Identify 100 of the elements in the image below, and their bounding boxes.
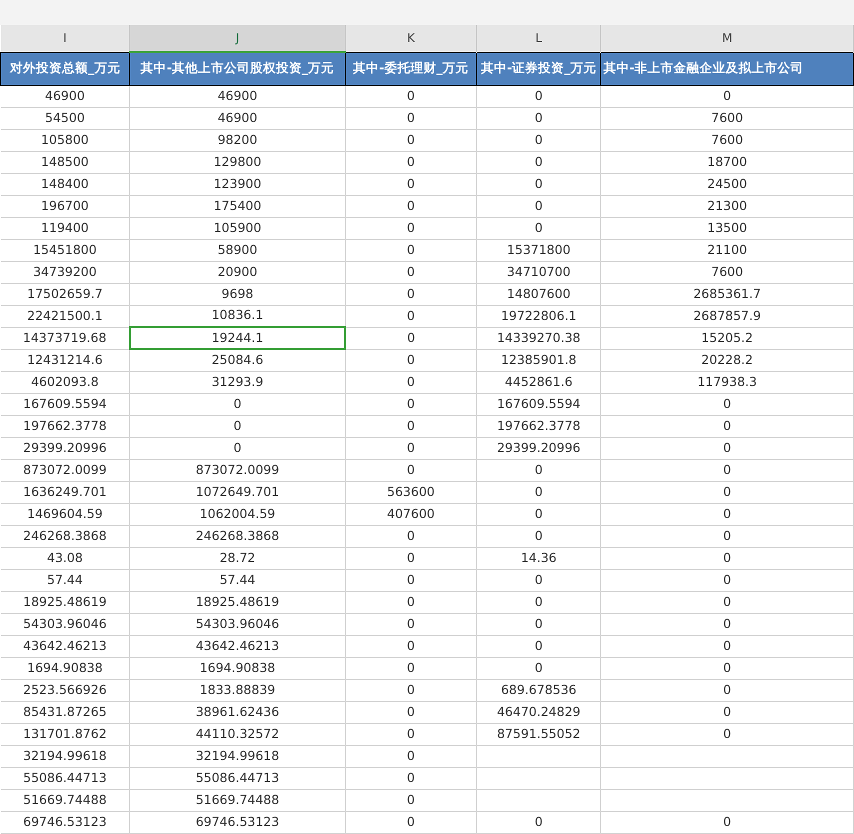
table-cell: 28.72 (130, 547, 346, 569)
table-cell: 21100 (600, 239, 854, 261)
table-cell: 0 (345, 745, 477, 767)
table-cell: 0 (476, 85, 601, 107)
table-cell: 0 (345, 239, 477, 261)
table-cell: 1062004.59 (130, 503, 346, 525)
table-cell: 0 (345, 789, 477, 811)
table-cell: 0 (476, 525, 601, 547)
table-cell: 119400 (0, 217, 130, 239)
table-cell: 123900 (130, 173, 346, 195)
table-cell: 69746.53123 (130, 811, 346, 833)
table-cell: 0 (345, 723, 477, 745)
table-cell: 0 (345, 173, 477, 195)
table-cell: 85431.87265 (0, 701, 130, 723)
table-cell: 0 (600, 525, 854, 547)
table-cell: 0 (345, 569, 477, 591)
table-cell: 7600 (600, 107, 854, 129)
table-cell: 0 (600, 591, 854, 613)
table-cell: 0 (600, 547, 854, 569)
table-cell: 0 (345, 613, 477, 635)
table-cell: 0 (345, 305, 477, 327)
table-cell: 0 (476, 481, 601, 503)
table-cell: 51669.74488 (0, 789, 130, 811)
table-cell: 1833.88839 (130, 679, 346, 701)
table-cell: 175400 (130, 195, 346, 217)
table-cell: 29399.20996 (0, 437, 130, 459)
table-cell: 57.44 (0, 569, 130, 591)
table-cell: 197662.3778 (0, 415, 130, 437)
table-cell: 246268.3868 (130, 525, 346, 547)
table-cell: 0 (345, 349, 477, 371)
table-cell: 148400 (0, 173, 130, 195)
table-cell: 0 (600, 569, 854, 591)
table-cell: 98200 (130, 129, 346, 151)
table-cell: 18700 (600, 151, 854, 173)
table-cell: 4452861.6 (476, 371, 601, 393)
column-letter-header[interactable]: M (600, 25, 854, 52)
table-cell: 0 (476, 811, 601, 833)
table-cell: 0 (476, 217, 601, 239)
table-cell: 0 (345, 261, 477, 283)
table-cell: 131701.8762 (0, 723, 130, 745)
table-cell: 44110.32572 (130, 723, 346, 745)
table-cell: 0 (600, 481, 854, 503)
table-cell: 0 (345, 415, 477, 437)
table-cell: 0 (476, 613, 601, 635)
table-cell: 0 (345, 547, 477, 569)
table-cell: 117938.3 (600, 371, 854, 393)
table-cell: 1072649.701 (130, 481, 346, 503)
table-cell: 87591.55052 (476, 723, 601, 745)
table-cell: 31293.9 (130, 371, 346, 393)
table-cell: 18925.48619 (130, 591, 346, 613)
table-cell: 0 (476, 173, 601, 195)
column-letter-header[interactable]: K (345, 25, 477, 52)
table-cell: 55086.44713 (0, 767, 130, 789)
table-cell: 0 (345, 811, 477, 833)
table-cell: 17502659.7 (0, 283, 130, 305)
table-cell: 0 (345, 129, 477, 151)
table-cell: 15451800 (0, 239, 130, 261)
table-cell: 14373719.68 (0, 327, 130, 349)
table-cell: 32194.99618 (0, 745, 130, 767)
table-cell: 7600 (600, 129, 854, 151)
table-cell: 1694.90838 (0, 657, 130, 679)
table-cell: 46900 (130, 107, 346, 129)
table-cell: 0 (476, 569, 601, 591)
table-cell: 0 (345, 283, 477, 305)
table-cell: 0 (345, 217, 477, 239)
table-cell: 51669.74488 (130, 789, 346, 811)
table-cell: 0 (600, 811, 854, 833)
column-letter-header[interactable]: L (476, 25, 601, 52)
table-cell: 0 (130, 437, 346, 459)
table-cell: 0 (600, 503, 854, 525)
table-cell: 1636249.701 (0, 481, 130, 503)
table-cell: 0 (600, 393, 854, 415)
table-cell: 0 (600, 459, 854, 481)
table-cell: 0 (345, 195, 477, 217)
table-cell: 2687857.9 (600, 305, 854, 327)
table-cell: 18925.48619 (0, 591, 130, 613)
table-cell: 15371800 (476, 239, 601, 261)
table-cell: 0 (476, 657, 601, 679)
table-cell: 2523.566926 (0, 679, 130, 701)
table-cell: 29399.20996 (476, 437, 601, 459)
table-cell: 0 (600, 679, 854, 701)
table-cell: 32194.99618 (130, 745, 346, 767)
table-cell: 58900 (130, 239, 346, 261)
selected-cell[interactable]: 19244.1 (130, 327, 346, 349)
table-cell: 407600 (345, 503, 477, 525)
table-cell: 0 (600, 723, 854, 745)
table-cell: 0 (600, 437, 854, 459)
column-letter-header[interactable]: I (0, 25, 130, 52)
table-cell: 34739200 (0, 261, 130, 283)
table-cell: 14.36 (476, 547, 601, 569)
table-cell: 15205.2 (600, 327, 854, 349)
table-cell: 0 (345, 393, 477, 415)
table-cell: 43642.46213 (130, 635, 346, 657)
table-cell: 0 (345, 591, 477, 613)
table-cell: 0 (476, 195, 601, 217)
table-cell: 1469604.59 (0, 503, 130, 525)
table-cell: 22421500.1 (0, 305, 130, 327)
table-cell: 197662.3778 (476, 415, 601, 437)
column-letter-header[interactable]: J (130, 25, 346, 52)
table-cell: 38961.62436 (130, 701, 346, 723)
